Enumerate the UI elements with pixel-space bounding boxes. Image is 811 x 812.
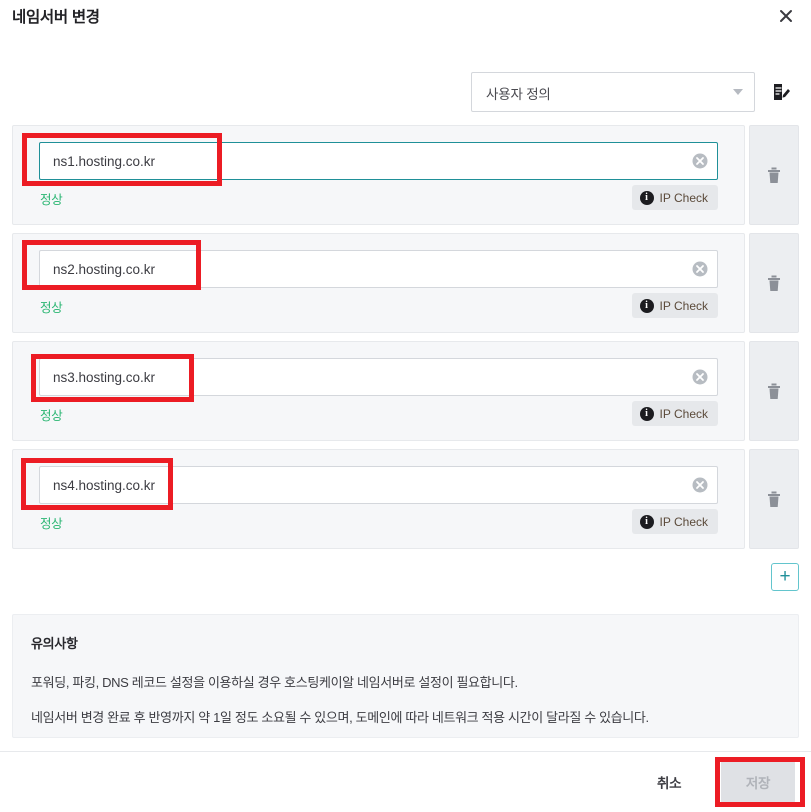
preset-selected-value: 사용자 정의	[486, 87, 551, 102]
notice-title: 유의사항	[31, 636, 78, 651]
nameserver-row: 정상 i IP Check	[0, 341, 811, 443]
nameserver-row: 정상 i IP Check	[0, 449, 811, 551]
edit-note-icon[interactable]	[770, 81, 792, 103]
notice-panel: 유의사항 포워딩, 파킹, DNS 레코드 설정을 이용하실 경우 호스팅케이알…	[12, 614, 799, 738]
nameserver-row: 정상 i IP Check	[0, 233, 811, 335]
nameserver-list: 정상 i IP Check	[0, 125, 811, 557]
ip-check-button[interactable]: i IP Check	[631, 509, 718, 534]
save-button[interactable]: 저장	[721, 761, 795, 803]
nameserver-input[interactable]	[39, 142, 718, 180]
info-icon: i	[639, 190, 654, 205]
cancel-button[interactable]: 취소	[651, 768, 687, 796]
nameserver-change-modal: 네임서버 변경 사용자 정의 ns1.hosting.co.kr 정상 i IP…	[0, 0, 811, 812]
delete-nameserver-button[interactable]	[749, 233, 799, 333]
nameserver-input-wrap	[39, 142, 718, 180]
clear-circle-icon[interactable]	[692, 477, 708, 493]
nameserver-input-wrap	[39, 466, 718, 504]
ip-check-button[interactable]: i IP Check	[631, 293, 718, 318]
clear-circle-icon[interactable]	[692, 261, 708, 277]
ip-check-label: IP Check	[659, 514, 708, 529]
trash-icon	[768, 167, 780, 183]
nameserver-row-body: 정상 i IP Check	[12, 233, 745, 333]
notice-line-2: 네임서버 변경 완료 후 반영까지 약 1일 정도 소요될 수 있으며, 도메인…	[31, 710, 649, 725]
nameserver-preset-select[interactable]: 사용자 정의	[471, 72, 755, 112]
notice-line-1: 포워딩, 파킹, DNS 레코드 설정을 이용하실 경우 호스팅케이알 네임서버…	[31, 675, 518, 690]
info-icon: i	[639, 406, 654, 421]
ip-check-button[interactable]: i IP Check	[631, 185, 718, 210]
nameserver-input[interactable]	[39, 358, 718, 396]
ip-check-label: IP Check	[659, 406, 708, 421]
info-icon: i	[639, 298, 654, 313]
nameserver-input[interactable]	[39, 250, 718, 288]
delete-nameserver-button[interactable]	[749, 125, 799, 225]
status-badge: 정상	[40, 409, 63, 423]
plus-icon: +	[779, 565, 791, 587]
nameserver-row: 정상 i IP Check	[0, 125, 811, 227]
status-badge: 정상	[40, 517, 63, 531]
nameserver-row-body: 정상 i IP Check	[12, 125, 745, 225]
nameserver-row-body: 정상 i IP Check	[12, 341, 745, 441]
status-badge: 정상	[40, 301, 63, 315]
status-badge: 정상	[40, 193, 63, 207]
nameserver-input-wrap	[39, 250, 718, 288]
trash-icon	[768, 383, 780, 399]
preset-selector-row: 사용자 정의	[0, 72, 811, 112]
clear-circle-icon[interactable]	[692, 369, 708, 385]
nameserver-row-body: 정상 i IP Check	[12, 449, 745, 549]
modal-footer: 취소 저장	[0, 751, 811, 812]
trash-icon	[768, 275, 780, 291]
modal-header: 네임서버 변경	[0, 0, 811, 34]
chevron-down-icon	[733, 89, 743, 95]
ip-check-label: IP Check	[659, 298, 708, 313]
clear-circle-icon[interactable]	[692, 153, 708, 169]
nameserver-input-wrap	[39, 358, 718, 396]
ip-check-button[interactable]: i IP Check	[631, 401, 718, 426]
delete-nameserver-button[interactable]	[749, 449, 799, 549]
nameserver-input[interactable]	[39, 466, 718, 504]
ip-check-label: IP Check	[659, 190, 708, 205]
page-title: 네임서버 변경	[12, 9, 100, 26]
trash-icon	[768, 491, 780, 507]
info-icon: i	[639, 514, 654, 529]
close-icon[interactable]	[775, 5, 797, 27]
delete-nameserver-button[interactable]	[749, 341, 799, 441]
add-nameserver-button[interactable]: +	[771, 563, 799, 591]
